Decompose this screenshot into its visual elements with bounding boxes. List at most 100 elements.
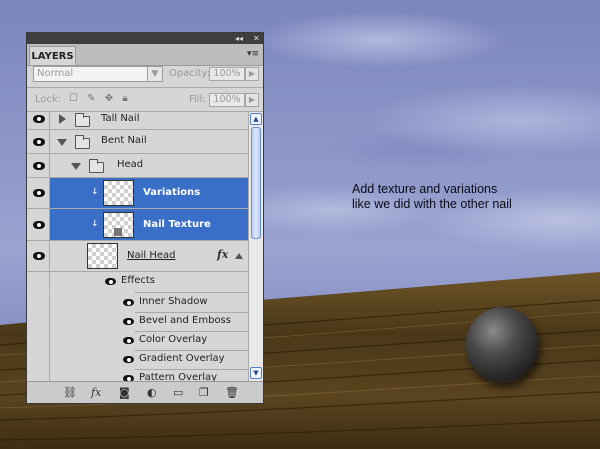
visibility-toggle[interactable] <box>27 209 50 240</box>
collapse-arrow-icon[interactable] <box>71 163 81 170</box>
layer-row-head[interactable]: Head <box>27 154 248 178</box>
eye-icon[interactable] <box>33 115 45 123</box>
fx-icon[interactable]: fx <box>217 248 228 261</box>
layer-thumbnail <box>103 180 134 206</box>
lock-icons: ☐ ✎ ✥ 🔒︎ <box>69 93 128 104</box>
effect-item[interactable]: Bevel and Emboss <box>27 312 248 331</box>
annotation-line-2: like we did with the other nail <box>352 197 512 211</box>
folder-icon <box>89 159 104 173</box>
layer-row-tall-nail[interactable]: Tall Nail <box>27 112 248 130</box>
visibility-toggle[interactable] <box>27 112 50 129</box>
blend-mode-select[interactable]: Normal <box>33 66 159 82</box>
visibility-toggle[interactable] <box>27 241 50 271</box>
panel-bottom-toolbar: ⛓ fx ◙ ◐ ▭ ❐ 🗑︎ <box>27 381 263 403</box>
fill-label: Fill: <box>189 94 206 105</box>
mask-icon[interactable]: ◙ <box>119 386 130 399</box>
folder-icon <box>75 113 90 127</box>
collapse-icon[interactable]: ◂◂ <box>235 33 243 44</box>
layers-panel: ◂◂ ✕ LAYERS ▾≡ Normal ▼ Opacity: 100% ▶ … <box>26 32 264 404</box>
layer-row-bent-nail[interactable]: Bent Nail <box>27 130 248 154</box>
layers-list: Tall Nail Bent Nail Head ↓ Variations ↓ <box>27 112 248 381</box>
eye-cell <box>27 331 50 350</box>
new-layer-icon[interactable]: ❐ <box>199 386 209 399</box>
effects-row[interactable]: Effects <box>27 272 248 292</box>
divider <box>27 87 263 88</box>
eye-icon[interactable] <box>123 356 134 363</box>
clipping-arrow-icon: ↓ <box>91 219 99 229</box>
folder-icon[interactable]: ▭ <box>173 386 183 399</box>
opacity-arrow-icon[interactable]: ▶ <box>245 67 259 81</box>
effect-name: Inner Shadow <box>139 296 208 307</box>
fx-icon[interactable]: fx <box>91 386 101 399</box>
trash-icon[interactable]: 🗑︎ <box>225 386 239 399</box>
layer-thumbnail <box>103 212 134 238</box>
effect-item[interactable]: Inner Shadow <box>27 293 248 312</box>
visibility-toggle[interactable] <box>27 178 50 208</box>
layer-row-nail-head[interactable]: Nail Head fx <box>27 241 248 272</box>
adjustment-icon[interactable]: ◐ <box>147 386 157 399</box>
eye-icon[interactable] <box>123 318 134 325</box>
eye-icon[interactable] <box>33 162 45 170</box>
collapse-arrow-icon[interactable] <box>235 253 243 259</box>
eye-icon[interactable] <box>33 138 45 146</box>
panel-titlebar[interactable]: ◂◂ ✕ <box>27 33 263 44</box>
effect-item[interactable]: Gradient Overlay <box>27 350 248 369</box>
eye-cell <box>27 293 50 312</box>
clipping-arrow-icon: ↓ <box>91 187 99 197</box>
layer-name: Nail Head <box>127 250 176 261</box>
tab-layers[interactable]: LAYERS <box>29 46 76 65</box>
opacity-field[interactable]: 100% <box>209 67 245 81</box>
layer-thumbnail <box>87 243 118 269</box>
chevron-down-icon[interactable]: ▼ <box>147 66 163 82</box>
layer-name: Head <box>117 159 144 170</box>
eye-cell <box>27 369 50 381</box>
opacity-label: Opacity: <box>169 68 211 79</box>
close-icon[interactable]: ✕ <box>253 33 260 44</box>
layer-name: Nail Texture <box>143 219 211 230</box>
fill-field[interactable]: 100% <box>209 93 245 107</box>
effect-item[interactable]: Pattern Overlay <box>27 369 248 381</box>
visibility-toggle[interactable] <box>27 130 50 153</box>
annotation-line-1: Add texture and variations <box>352 182 498 196</box>
effects-label: Effects <box>121 275 155 286</box>
layer-row-nail-texture[interactable]: ↓ Nail Texture <box>27 209 248 241</box>
eye-cell <box>27 272 50 292</box>
scroll-up-icon[interactable]: ▲ <box>250 113 262 125</box>
lock-label: Lock: <box>35 94 62 105</box>
layer-name: Variations <box>143 187 201 198</box>
layers-scrollbar[interactable]: ▲ ▼ <box>248 112 263 381</box>
layer-name: Tall Nail <box>101 113 140 124</box>
expand-arrow-icon[interactable] <box>59 114 66 124</box>
collapse-arrow-icon[interactable] <box>57 139 67 146</box>
visibility-toggle[interactable] <box>27 154 50 177</box>
eye-icon[interactable] <box>123 299 134 306</box>
lock-transparent-icon[interactable]: ☐ <box>69 93 78 104</box>
eye-icon[interactable] <box>123 337 134 344</box>
effect-name: Color Overlay <box>139 334 208 345</box>
fill-arrow-icon[interactable]: ▶ <box>245 93 259 107</box>
layer-name: Bent Nail <box>101 135 147 146</box>
effect-name: Bevel and Emboss <box>139 315 231 326</box>
nail-head-image <box>466 307 538 382</box>
eye-cell <box>27 312 50 331</box>
link-icon[interactable]: ⛓ <box>63 386 77 399</box>
eye-icon[interactable] <box>33 189 45 197</box>
layer-row-variations[interactable]: ↓ Variations <box>27 178 248 209</box>
scroll-thumb[interactable] <box>251 127 261 239</box>
eye-icon[interactable] <box>33 252 45 260</box>
lock-image-icon[interactable]: ✎ <box>87 93 95 104</box>
blend-opacity-row: Normal ▼ Opacity: 100% ▶ <box>31 66 259 84</box>
panel-tab-row: LAYERS ▾≡ <box>27 44 263 66</box>
folder-icon <box>75 135 90 149</box>
scroll-down-icon[interactable]: ▼ <box>250 367 262 379</box>
panel-menu-icon[interactable]: ▾≡ <box>247 49 259 59</box>
lock-all-icon[interactable]: 🔒︎ <box>122 93 127 104</box>
effect-name: Pattern Overlay <box>139 372 218 381</box>
eye-icon[interactable] <box>105 278 116 285</box>
effect-item[interactable]: Color Overlay <box>27 331 248 350</box>
eye-icon[interactable] <box>33 221 45 229</box>
effect-name: Gradient Overlay <box>139 353 225 364</box>
eye-cell <box>27 350 50 369</box>
annotation-text: Add texture and variations like we did w… <box>352 182 512 212</box>
lock-position-icon[interactable]: ✥ <box>105 93 113 104</box>
